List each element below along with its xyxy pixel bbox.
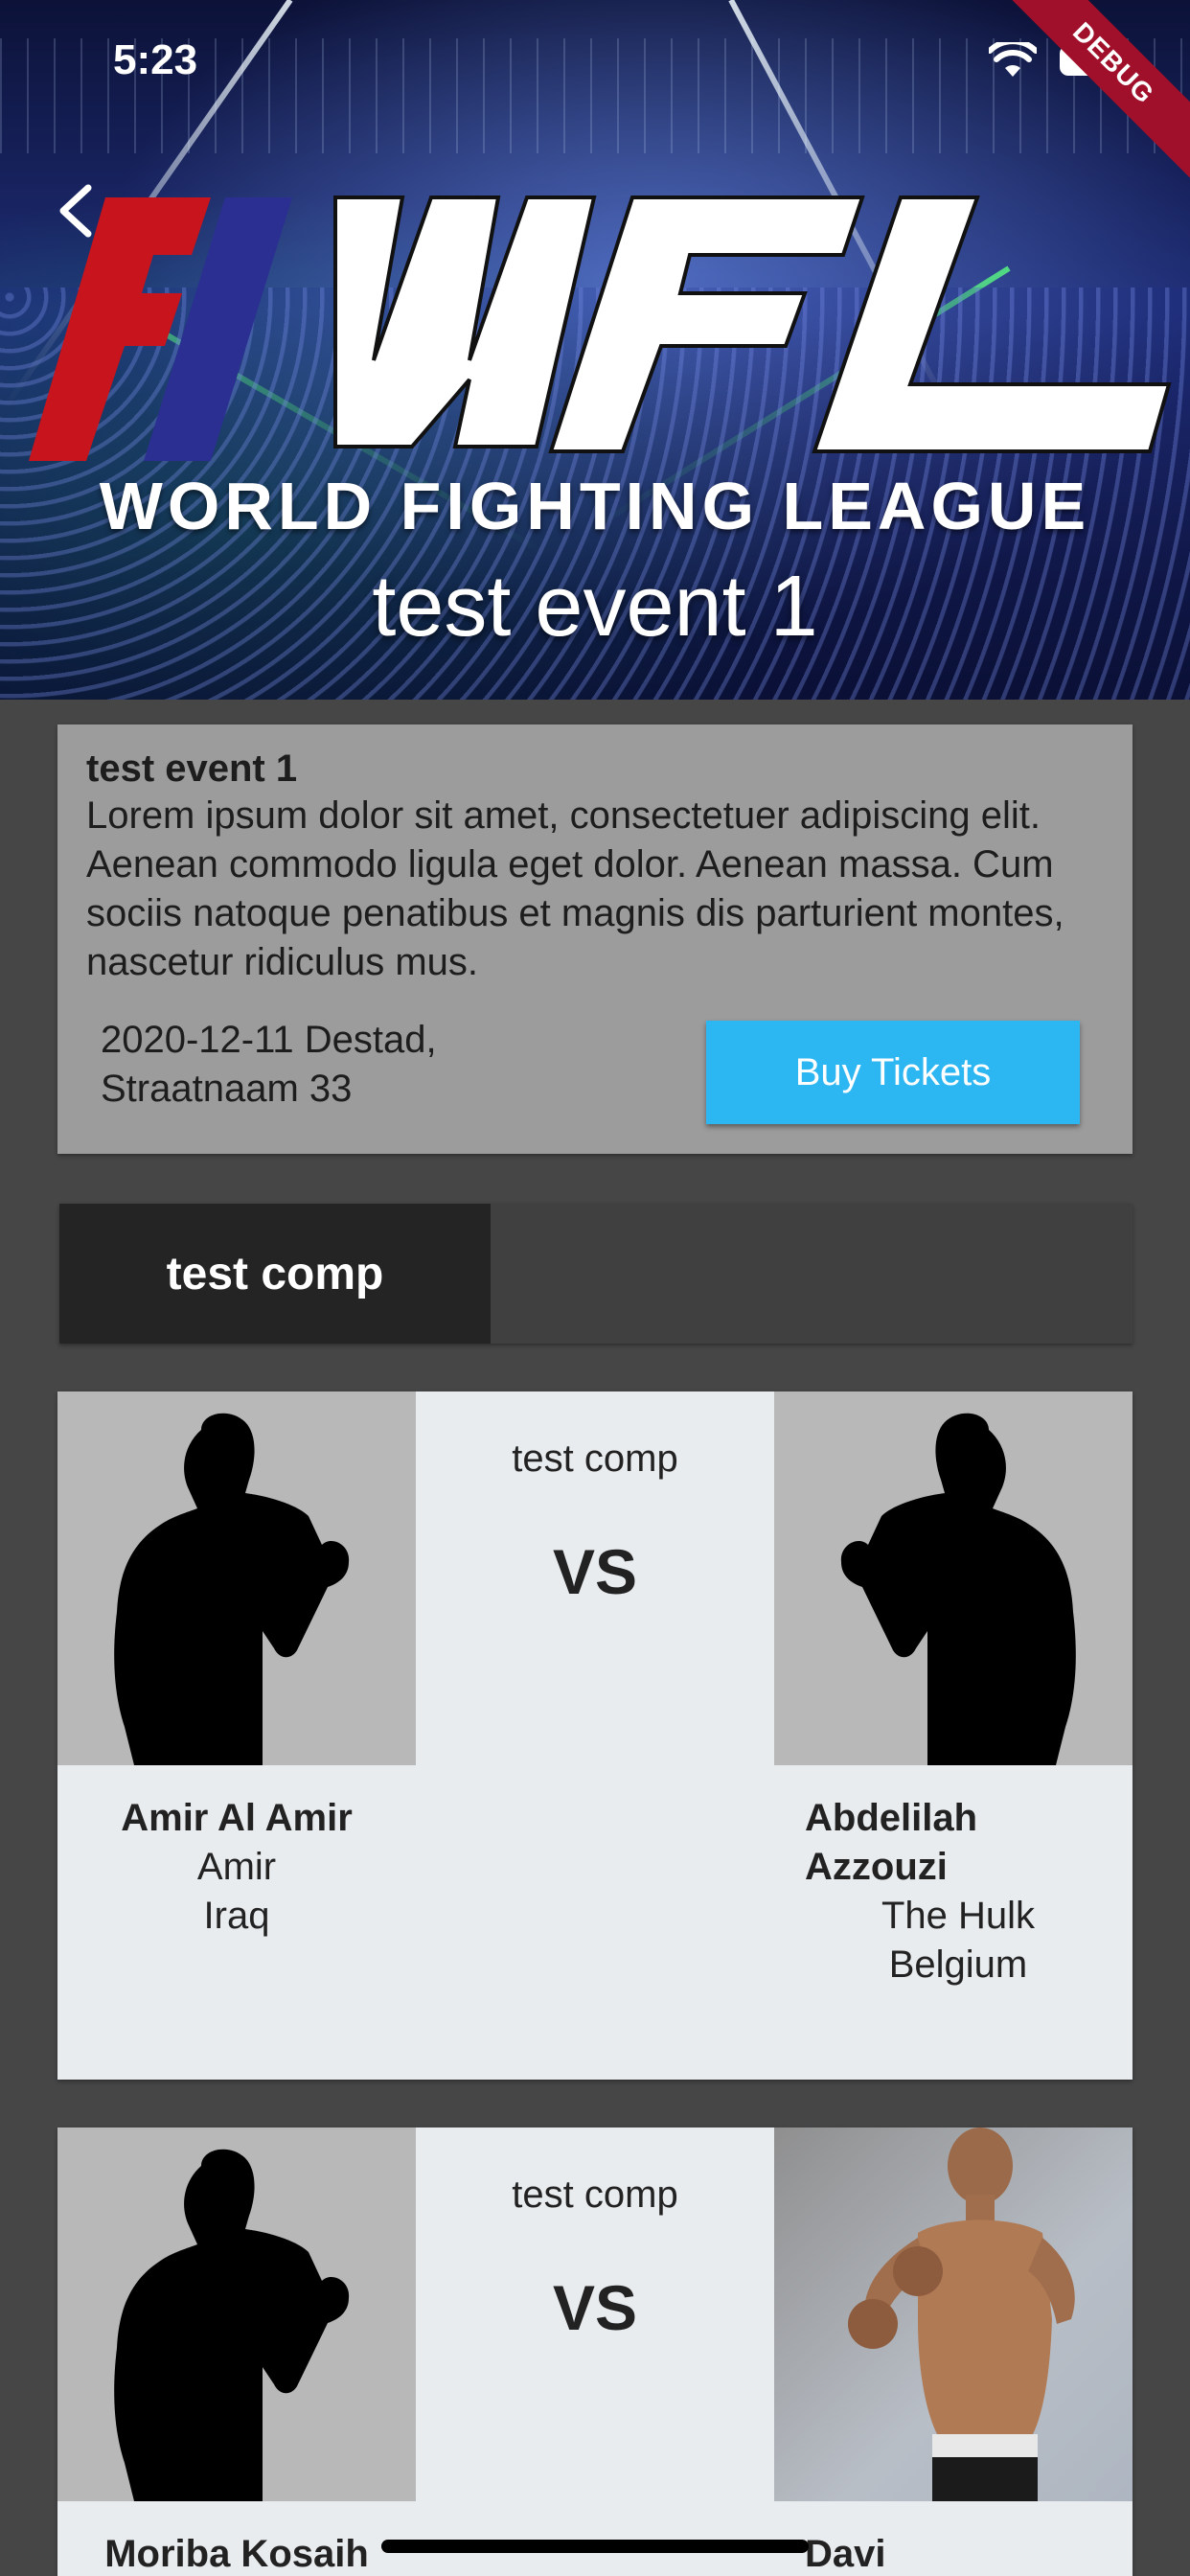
status-bar-time: 5:23	[113, 36, 198, 83]
right-fighter-photo	[774, 2128, 1133, 2501]
event-date-location: 2020-12-11 Destad, Straatnaam 33	[101, 1016, 437, 1114]
fighter-country: Iraq	[203, 1895, 270, 1937]
fight-card[interactable]: test comp VS Moriba Kosaih Davi	[57, 2128, 1133, 2576]
right-fighter-photo	[774, 1392, 1133, 1765]
competition-tab-bar: test comp	[59, 1204, 1133, 1344]
event-date-location-line1: 2020-12-11 Destad,	[101, 1019, 437, 1061]
tab-test-comp[interactable]: test comp	[59, 1204, 491, 1344]
event-date-location-line2: Straatnaam 33	[101, 1068, 353, 1110]
right-fighter-info: Abdelilah Azzouzi The Hulk Belgium	[805, 1794, 1111, 1990]
vs-label: VS	[552, 1536, 638, 1607]
left-fighter-photo	[57, 2128, 416, 2501]
event-info-card: test event 1 Lorem ipsum dolor sit amet,…	[57, 724, 1133, 1154]
fighter-name: Amir Al Amir	[121, 1797, 353, 1839]
fighter-silhouette-icon	[840, 1413, 1076, 1765]
fighter-silhouette-icon	[114, 1413, 350, 1765]
fight-card[interactable]: test comp VS Amir Al Amir Amir Iraq Abde…	[57, 1392, 1133, 2080]
event-description: Lorem ipsum dolor sit amet, consectetuer…	[86, 794, 1064, 983]
fighter-nickname: The Hulk	[881, 1895, 1036, 1937]
fighter-silhouette-icon	[114, 2149, 350, 2501]
fighter-country: Belgium	[888, 1944, 1028, 1986]
left-fighter-photo	[57, 1392, 416, 1765]
fighter-name: Moriba Kosaih	[104, 2533, 369, 2575]
event-hero-banner: 5:23 DEBUG WORLD FIGHTING LEAGUE test ev…	[0, 0, 1190, 700]
left-fighter-info: Moriba Kosaih	[57, 2530, 416, 2576]
hero-event-title: test event 1	[372, 559, 818, 655]
buy-tickets-button[interactable]: Buy Tickets	[706, 1021, 1080, 1124]
fighter-name-line1: Abdelilah	[805, 1797, 978, 1839]
fighter-name: Davi	[805, 2533, 886, 2575]
vs-label: VS	[552, 2272, 638, 2343]
home-indicator[interactable]	[381, 2540, 809, 2553]
wfl-logo	[29, 196, 1172, 461]
fighter-name-line2: Azzouzi	[805, 1846, 948, 1888]
fighter-photo-icon	[848, 2128, 1075, 2501]
left-fighter-info: Amir Al Amir Amir Iraq	[57, 1794, 416, 1941]
fighter-nickname: Amir	[196, 1846, 277, 1888]
event-title: test event 1	[86, 748, 298, 790]
fight-competition-label: test comp	[512, 1438, 678, 1480]
wifi-icon	[989, 42, 1037, 77]
right-fighter-info: Davi	[805, 2530, 1111, 2576]
league-name: WORLD FIGHTING LEAGUE	[99, 469, 1091, 543]
fight-competition-label: test comp	[512, 2174, 678, 2216]
